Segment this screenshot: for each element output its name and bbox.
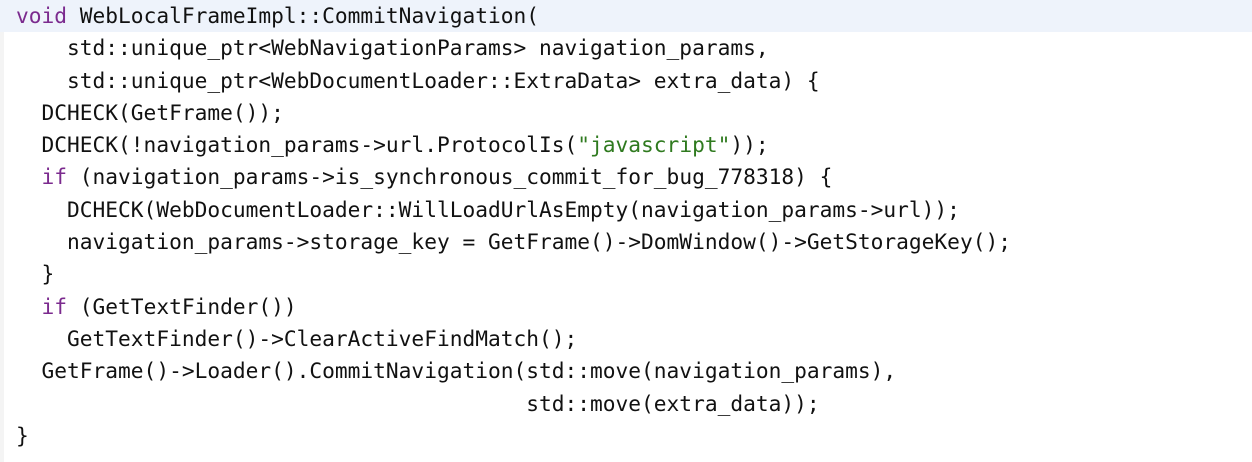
code-line: void WebLocalFrameImpl::CommitNavigation… <box>16 0 1011 32</box>
code-token: WebLocalFrameImpl::CommitNavigation( <box>67 3 540 28</box>
keyword-token: if <box>41 164 68 190</box>
code-token: DCHECK(WebDocumentLoader::WillLoadUrlAsE… <box>16 196 960 222</box>
keyword-token: if <box>41 293 68 319</box>
code-line: std::move(extra_data)); <box>16 388 1011 420</box>
code-line: } <box>16 420 1011 452</box>
code-line: std::unique_ptr<WebNavigationParams> nav… <box>16 32 1011 64</box>
code-token: DCHECK(!navigation_params->url.ProtocolI… <box>16 132 578 158</box>
code-token: (navigation_params->is_synchronous_commi… <box>67 164 833 190</box>
editor-gutter <box>0 0 4 462</box>
code-line: if (GetTextFinder()) <box>16 291 1011 323</box>
code-token: DCHECK(GetFrame()); <box>16 99 284 125</box>
code-line: if (navigation_params->is_synchronous_co… <box>16 161 1011 193</box>
code-line: GetTextFinder()->ClearActiveFindMatch(); <box>16 323 1011 355</box>
code-editor[interactable]: void WebLocalFrameImpl::CommitNavigation… <box>0 0 1252 462</box>
code-token: )); <box>730 132 769 158</box>
code-token: } <box>16 422 29 448</box>
code-token: std::unique_ptr<WebNavigationParams> nav… <box>16 35 769 61</box>
code-line: DCHECK(GetFrame()); <box>16 97 1011 129</box>
code-line: navigation_params->storage_key = GetFram… <box>16 226 1011 258</box>
code-token: (GetTextFinder()) <box>67 293 297 319</box>
code-token: std::unique_ptr<WebDocumentLoader::Extra… <box>16 67 820 93</box>
code-line: } <box>16 258 1011 290</box>
code-line: DCHECK(WebDocumentLoader::WillLoadUrlAsE… <box>16 194 1011 226</box>
code-token: navigation_params->storage_key = GetFram… <box>16 229 1011 255</box>
code-token: GetTextFinder()->ClearActiveFindMatch(); <box>16 325 578 351</box>
code-block[interactable]: void WebLocalFrameImpl::CommitNavigation… <box>16 0 1011 452</box>
code-token: } <box>16 261 55 287</box>
string-token: "javascript" <box>577 132 731 158</box>
code-line: std::unique_ptr<WebDocumentLoader::Extra… <box>16 65 1011 97</box>
code-token: std::move(extra_data)); <box>16 390 820 416</box>
keyword-token: void <box>16 3 68 28</box>
code-line: GetFrame()->Loader().CommitNavigation(st… <box>16 355 1011 387</box>
code-line: DCHECK(!navigation_params->url.ProtocolI… <box>16 129 1011 161</box>
code-token: GetFrame()->Loader().CommitNavigation(st… <box>16 358 897 384</box>
